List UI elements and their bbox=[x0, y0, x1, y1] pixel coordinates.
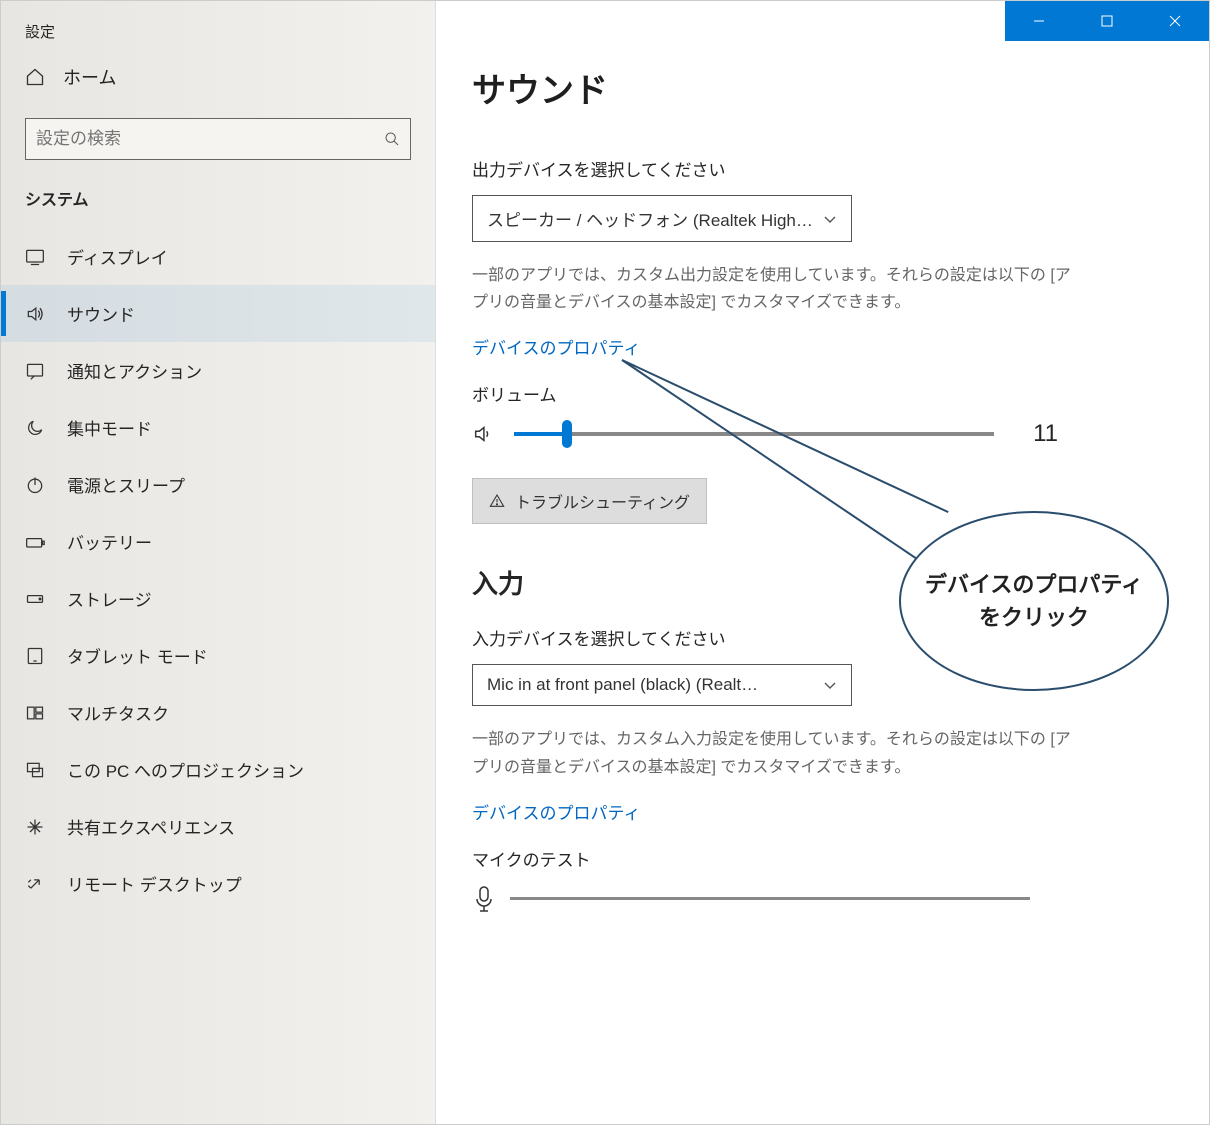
sidebar-item-label: 集中モード bbox=[67, 415, 152, 440]
mic-icon bbox=[472, 885, 496, 913]
page-title: サウンド bbox=[472, 63, 1173, 112]
app-title: 設定 bbox=[1, 21, 435, 64]
tablet-icon bbox=[25, 646, 45, 666]
search-field[interactable] bbox=[36, 129, 384, 149]
slider-thumb[interactable] bbox=[562, 420, 572, 448]
multitask-icon bbox=[25, 703, 45, 723]
maximize-button[interactable] bbox=[1073, 1, 1141, 41]
section-heading: システム bbox=[1, 186, 435, 228]
sidebar-item-label: ストレージ bbox=[67, 586, 152, 611]
volume-label: ボリューム bbox=[472, 381, 1173, 406]
search-input[interactable] bbox=[25, 118, 411, 160]
sidebar-item-sound[interactable]: サウンド bbox=[1, 285, 435, 342]
sidebar-item-multitask[interactable]: マルチタスク bbox=[1, 684, 435, 741]
sidebar-item-label: タブレット モード bbox=[67, 643, 208, 668]
notifications-icon bbox=[25, 361, 45, 381]
search-icon bbox=[384, 131, 400, 147]
volume-icon bbox=[472, 423, 494, 445]
sidebar-item-projection[interactable]: この PC へのプロジェクション bbox=[1, 741, 435, 798]
slider-fill bbox=[514, 432, 567, 436]
volume-value: 11 bbox=[1014, 420, 1058, 448]
shared-icon bbox=[25, 817, 45, 837]
sidebar-item-label: サウンド bbox=[67, 301, 135, 326]
sidebar-item-label: 電源とスリープ bbox=[67, 472, 185, 497]
sidebar-item-battery[interactable]: バッテリー bbox=[1, 513, 435, 570]
output-device-label: 出力デバイスを選択してください bbox=[472, 156, 1173, 181]
sidebar-item-label: 通知とアクション bbox=[67, 358, 202, 383]
input-device-selected: Mic in at front panel (black) (Realt… bbox=[487, 675, 758, 695]
sidebar-item-power[interactable]: 電源とスリープ bbox=[1, 456, 435, 513]
sidebar-item-focus[interactable]: 集中モード bbox=[1, 399, 435, 456]
display-icon bbox=[25, 247, 45, 267]
chevron-down-icon bbox=[823, 212, 837, 226]
sidebar-item-remote[interactable]: リモート デスクトップ bbox=[1, 855, 435, 912]
titlebar-controls bbox=[1005, 1, 1209, 41]
focus-icon bbox=[25, 418, 45, 438]
annotation-callout: デバイスのプロパティをクリック bbox=[899, 511, 1169, 691]
sidebar-item-notifications[interactable]: 通知とアクション bbox=[1, 342, 435, 399]
power-icon bbox=[25, 475, 45, 495]
sound-icon bbox=[25, 304, 45, 324]
sidebar-item-label: リモート デスクトップ bbox=[67, 871, 242, 896]
sidebar-item-label: この PC へのプロジェクション bbox=[67, 757, 304, 782]
input-desc: 一部のアプリでは、カスタム入力設定を使用しています。それらの設定は以下の [アプ… bbox=[472, 726, 1072, 780]
minimize-button[interactable] bbox=[1005, 1, 1073, 41]
warning-icon bbox=[489, 493, 505, 509]
projection-icon bbox=[25, 760, 45, 780]
home-icon bbox=[25, 67, 45, 87]
sidebar-item-tablet[interactable]: タブレット モード bbox=[1, 627, 435, 684]
sidebar-item-storage[interactable]: ストレージ bbox=[1, 570, 435, 627]
output-troubleshoot-button[interactable]: トラブルシューティング bbox=[472, 478, 707, 524]
sidebar-item-label: バッテリー bbox=[67, 529, 152, 554]
close-button[interactable] bbox=[1141, 1, 1209, 41]
sidebar-item-label: ディスプレイ bbox=[67, 244, 168, 269]
sidebar-item-shared[interactable]: 共有エクスペリエンス bbox=[1, 798, 435, 855]
callout-text: デバイスのプロパティをクリック bbox=[921, 568, 1147, 634]
nav-list: ディスプレイ サウンド 通知とアクション 集中モード 電源とスリープ バッテリー bbox=[1, 228, 435, 912]
mic-level-bar bbox=[510, 897, 1030, 900]
home-button[interactable]: ホーム bbox=[1, 64, 435, 90]
troubleshoot-label: トラブルシューティング bbox=[515, 489, 690, 513]
volume-slider[interactable] bbox=[514, 432, 994, 436]
input-device-dropdown[interactable]: Mic in at front panel (black) (Realt… bbox=[472, 664, 852, 706]
input-device-properties-link[interactable]: デバイスのプロパティ bbox=[472, 799, 640, 824]
remote-icon bbox=[25, 874, 45, 894]
sidebar-item-display[interactable]: ディスプレイ bbox=[1, 228, 435, 285]
output-device-selected: スピーカー / ヘッドフォン (Realtek High… bbox=[487, 206, 813, 231]
mic-test-label: マイクのテスト bbox=[472, 846, 1173, 871]
chevron-down-icon bbox=[823, 678, 837, 692]
sidebar-item-label: 共有エクスペリエンス bbox=[67, 814, 235, 839]
output-device-dropdown[interactable]: スピーカー / ヘッドフォン (Realtek High… bbox=[472, 195, 852, 242]
sidebar: 設定 ホーム システム ディスプレイ サウンド 通知 bbox=[1, 1, 436, 1124]
sidebar-item-label: マルチタスク bbox=[67, 700, 169, 725]
storage-icon bbox=[25, 589, 45, 609]
content: サウンド 出力デバイスを選択してください スピーカー / ヘッドフォン (Rea… bbox=[436, 1, 1209, 1124]
output-desc: 一部のアプリでは、カスタム出力設定を使用しています。それらの設定は以下の [アプ… bbox=[472, 262, 1072, 316]
battery-icon bbox=[25, 532, 45, 552]
output-device-properties-link[interactable]: デバイスのプロパティ bbox=[472, 334, 640, 359]
home-label: ホーム bbox=[63, 64, 116, 90]
